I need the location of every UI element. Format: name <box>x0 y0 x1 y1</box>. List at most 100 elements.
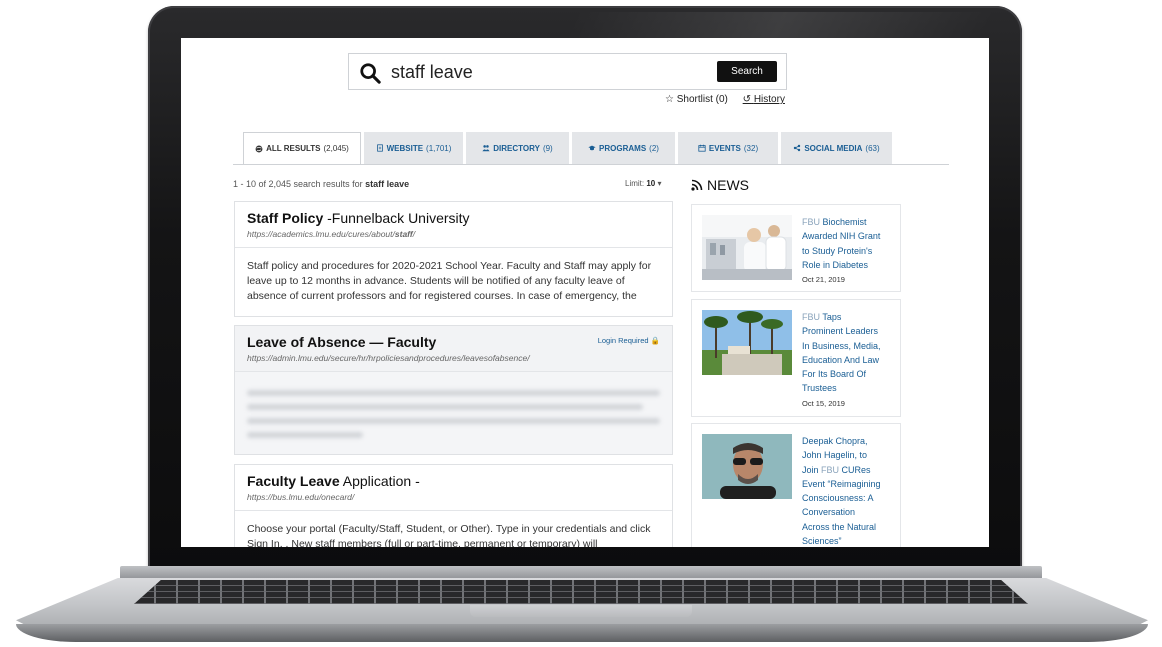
tab-website[interactable]: WEBSITE (1,701) <box>364 132 463 164</box>
news-thumbnail-lab <box>702 215 792 280</box>
document-icon <box>376 144 383 152</box>
tab-label: PROGRAMS <box>599 143 647 153</box>
users-icon <box>482 145 490 152</box>
result-title[interactable]: Staff Policy -Funnelback University <box>247 210 660 226</box>
fbu-tag: FBU <box>802 217 820 227</box>
calendar-icon <box>698 144 706 152</box>
fbu-tag: FBU <box>821 464 840 475</box>
limit-value: 10 <box>646 179 656 188</box>
url-highlight: staff <box>394 229 413 239</box>
news-date: Oct 21, 2019 <box>802 275 845 285</box>
history-link[interactable]: ↺ History <box>743 94 785 105</box>
result-card: Staff Policy -Funnelback University http… <box>234 201 673 317</box>
news-headline[interactable]: FBU Biochemist Awarded NIH Grant to Stud… <box>802 215 894 287</box>
globe-icon <box>255 145 263 152</box>
laptop-trackpad <box>470 605 692 617</box>
headline-line: to Study Protein's <box>802 245 873 256</box>
headline-line: Deepak Chopra, <box>802 436 868 446</box>
headline-line: Across the Natural <box>802 521 877 532</box>
fbu-tag: FBU <box>802 312 820 322</box>
headline-line: Prominent Leaders <box>802 326 879 337</box>
headline-line: Education And Law <box>802 354 880 365</box>
headline-line: For Its Board Of <box>802 369 867 380</box>
tab-label: EVENTS <box>708 143 741 153</box>
tab-social-media[interactable]: SOCIAL MEDIA (63) <box>781 132 892 164</box>
tab-directory[interactable]: DIRECTORY (9) <box>466 132 569 164</box>
lock-icon: 🔒 <box>650 336 660 345</box>
search-tools: ☆ Shortlist (0) ↺ History <box>665 94 785 105</box>
result-title-bold: Leave of Absence — Faculty <box>247 334 437 350</box>
login-required-label: Login Required <box>597 336 649 345</box>
result-card-secure: Leave of Absence — Faculty https://admin… <box>234 325 673 455</box>
result-card: Faculty Leave Application - https://bus.… <box>234 464 673 547</box>
headline-line: Consciousness: A <box>802 493 874 504</box>
limit-label: Limit: <box>625 179 645 188</box>
tab-count: (9) <box>542 143 553 153</box>
login-required-badge[interactable]: Login Required 🔒 <box>598 336 660 345</box>
keyboard-rows <box>134 580 1028 604</box>
result-header: Faculty Leave Application - https://bus.… <box>235 465 672 511</box>
result-title[interactable]: Faculty Leave Application - <box>247 473 660 489</box>
search-button[interactable]: Search <box>717 61 777 82</box>
tab-events[interactable]: EVENTS (32) <box>678 132 778 164</box>
result-description: Choose your portal (Faculty/Staff, Stude… <box>247 523 651 547</box>
headline-line: Event “Reimagining <box>802 478 881 489</box>
news-item[interactable]: FBU Taps Prominent Leaders In Business, … <box>691 299 901 417</box>
laptop-hinge <box>120 566 1042 580</box>
headline-line: Sciences” <box>802 536 842 547</box>
redacted-description <box>235 372 672 454</box>
tabs-divider <box>233 164 949 165</box>
result-title-rest: Application - <box>339 473 420 489</box>
news-headline[interactable]: FBU Taps Prominent Leaders In Business, … <box>802 310 894 411</box>
redacted-line <box>247 432 363 438</box>
search-icon <box>360 63 381 84</box>
result-url[interactable]: https://admin.lmu.edu/secure/hr/hrpolici… <box>247 353 660 363</box>
result-title-rest: -Funnelback University <box>323 210 470 226</box>
history-icon: ↺ <box>742 94 752 105</box>
tab-label: ALL RESULTS <box>266 144 321 153</box>
tab-count: (63) <box>865 143 880 153</box>
result-url[interactable]: https://academics.lmu.edu/cures/about/st… <box>247 229 660 239</box>
news-item[interactable]: Deepak Chopra, John Hagelin, to Join FBU… <box>691 423 901 547</box>
tab-label: DIRECTORY <box>493 143 540 153</box>
news-thumbnail-campus <box>702 310 792 375</box>
laptop-base-edge <box>16 624 1148 642</box>
redacted-line <box>247 390 660 396</box>
rss-icon <box>691 179 703 191</box>
graduation-cap-icon <box>588 145 596 151</box>
caret-down-icon: ▾ <box>657 179 662 188</box>
headline-line: Trustees <box>802 383 837 394</box>
result-url[interactable]: https://bus.lmu.edu/onecard/ <box>247 492 660 502</box>
search-bar: Search <box>348 53 787 90</box>
results-summary: 1 - 10 of 2,045 search results for staff… <box>233 179 409 189</box>
tab-count: (2,045) <box>323 144 349 153</box>
headline-line: Conversation <box>802 507 856 518</box>
tab-count: (1,701) <box>426 143 452 153</box>
news-thumbnail-portrait <box>702 434 792 499</box>
news-heading-label: NEWS <box>707 177 749 193</box>
result-header: Staff Policy -Funnelback University http… <box>235 202 672 248</box>
redacted-line <box>247 418 660 424</box>
tab-programs[interactable]: PROGRAMS (2) <box>572 132 675 164</box>
tab-all-results[interactable]: ALL RESULTS (2,045) <box>243 132 361 165</box>
headline-line: Awarded NIH Grant <box>802 231 881 242</box>
headline-line: Role in Diabetes <box>802 259 869 270</box>
url-text: https://academics.lmu.edu/cures/about/ <box>247 229 395 239</box>
tab-label: WEBSITE <box>386 143 424 153</box>
share-icon <box>794 144 801 152</box>
limit-selector[interactable]: Limit: 10 ▾ <box>625 179 662 188</box>
shortlist-link[interactable]: ☆ Shortlist (0) <box>665 94 728 105</box>
result-header: Leave of Absence — Faculty https://admin… <box>235 326 672 372</box>
news-item[interactable]: FBU Biochemist Awarded NIH Grant to Stud… <box>691 204 901 292</box>
url-suffix: / <box>412 229 416 239</box>
search-input[interactable] <box>391 60 691 84</box>
headline-line: John Hagelin, to <box>802 450 868 461</box>
headline-line: In Business, Media, <box>802 340 881 351</box>
tab-count: (2) <box>649 143 659 153</box>
redacted-line <box>247 404 644 410</box>
summary-query: staff leave <box>365 179 410 189</box>
news-heading: NEWS <box>691 177 749 193</box>
result-title-bold: Staff Policy <box>247 210 324 226</box>
news-headline[interactable]: Deepak Chopra, John Hagelin, to Join FBU… <box>802 434 894 547</box>
tab-label: SOCIAL MEDIA <box>804 143 863 153</box>
